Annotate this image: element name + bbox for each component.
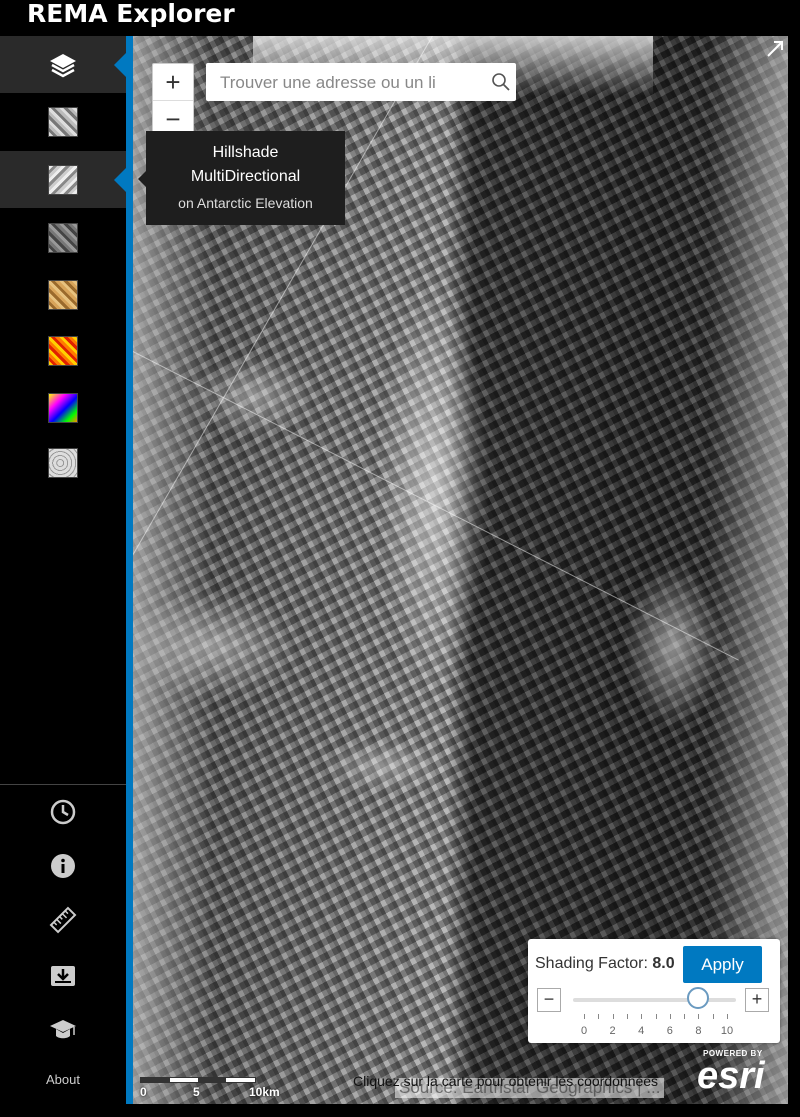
slider-tick-label: 10 bbox=[720, 1025, 734, 1037]
layer-contour[interactable] bbox=[0, 434, 126, 491]
scale-segment bbox=[198, 1077, 226, 1083]
layer-hillshade-gray[interactable] bbox=[0, 93, 126, 150]
shading-slider-track[interactable] bbox=[573, 998, 736, 1002]
app-root: REMA Explorer About + − Trouver une adre… bbox=[0, 0, 800, 1117]
search-button[interactable] bbox=[490, 71, 512, 93]
app-title: REMA Explorer bbox=[27, 0, 235, 28]
about-link[interactable]: About bbox=[0, 1072, 126, 1087]
slider-tick bbox=[712, 1014, 714, 1019]
shading-factor-text: Shading Factor: bbox=[535, 955, 653, 972]
slider-tick-label: 0 bbox=[580, 1025, 588, 1037]
clock-icon bbox=[50, 799, 76, 825]
sidebar: About bbox=[0, 36, 126, 1117]
shading-factor-value: 8.0 bbox=[652, 955, 675, 972]
slope-thumbnail bbox=[48, 335, 78, 366]
hillshade-dark-thumbnail bbox=[48, 222, 78, 253]
panel-separator bbox=[126, 36, 133, 1104]
zoom-control: + − bbox=[152, 63, 194, 138]
scale-bar: 0 5 10km bbox=[140, 1075, 280, 1100]
aspect-thumbnail bbox=[48, 392, 78, 423]
scale-label-10km: 10km bbox=[249, 1085, 280, 1099]
contour-thumbnail bbox=[48, 447, 78, 478]
tooltip-subtitle: on Antarctic Elevation bbox=[178, 195, 313, 211]
measure-button[interactable] bbox=[0, 900, 126, 940]
hillshade-gray-thumbnail bbox=[48, 106, 78, 137]
shading-panel: Shading Factor: 8.0 Apply − + 0 2 4 6 8 10 bbox=[528, 939, 780, 1043]
esri-logo[interactable]: POWERED BY esri bbox=[697, 1049, 781, 1099]
graduation-cap-icon bbox=[50, 1020, 76, 1039]
layer-tinted-hillshade[interactable] bbox=[0, 266, 126, 323]
slider-tick bbox=[684, 1014, 686, 1019]
info-icon bbox=[51, 854, 75, 878]
expand-button[interactable] bbox=[764, 38, 786, 60]
decrease-button[interactable]: − bbox=[537, 988, 561, 1012]
export-button[interactable] bbox=[0, 956, 126, 996]
info-button[interactable] bbox=[0, 846, 126, 886]
slider-tick bbox=[584, 1014, 585, 1019]
education-button[interactable] bbox=[0, 1010, 126, 1050]
scale-label-5: 5 bbox=[193, 1085, 200, 1099]
coordinates-hint: Cliquez sur la carte pour obtenir les co… bbox=[353, 1073, 659, 1089]
download-icon bbox=[51, 966, 75, 986]
shading-factor-label: Shading Factor: 8.0 bbox=[535, 955, 675, 973]
time-button[interactable] bbox=[0, 792, 126, 832]
zoom-in-button[interactable]: + bbox=[153, 64, 193, 100]
layer-tooltip: Hillshade MultiDirectional on Antarctic … bbox=[138, 131, 345, 225]
ruler-icon bbox=[49, 906, 77, 934]
apply-button[interactable]: Apply bbox=[683, 946, 762, 983]
slider-tick-label: 8 bbox=[695, 1025, 702, 1037]
search-icon bbox=[492, 73, 510, 91]
scale-label-0: 0 bbox=[140, 1085, 147, 1099]
esri-wordmark: esri bbox=[697, 1055, 765, 1097]
slider-tick bbox=[626, 1014, 628, 1019]
search-input[interactable] bbox=[218, 69, 484, 97]
layers-icon bbox=[50, 53, 76, 77]
slider-tick bbox=[727, 1014, 728, 1019]
search-box bbox=[206, 63, 516, 101]
slider-tick-label: 6 bbox=[666, 1025, 673, 1037]
slider-tick bbox=[655, 1014, 657, 1019]
slider-tick bbox=[669, 1014, 671, 1019]
header: REMA Explorer bbox=[0, 0, 800, 36]
layer-hillshade-dark[interactable] bbox=[0, 209, 126, 266]
slider-tick bbox=[641, 1014, 643, 1019]
sidebar-divider bbox=[0, 784, 126, 785]
slider-tick-label: 4 bbox=[638, 1025, 645, 1037]
layer-hillshade-multidirectional[interactable] bbox=[0, 151, 126, 208]
scale-segment bbox=[140, 1077, 170, 1083]
slider-tick bbox=[698, 1014, 700, 1019]
tinted-hillshade-thumbnail bbox=[48, 279, 78, 310]
slider-tick bbox=[612, 1014, 614, 1019]
slider-tick-label: 2 bbox=[609, 1025, 616, 1037]
layer-aspect[interactable] bbox=[0, 379, 126, 436]
increase-button[interactable]: + bbox=[745, 988, 769, 1012]
slider-tick bbox=[598, 1014, 600, 1019]
shading-slider-thumb[interactable] bbox=[687, 987, 710, 1009]
layer-slope[interactable] bbox=[0, 322, 126, 379]
expand-icon bbox=[767, 41, 783, 57]
tooltip-title: Hillshade MultiDirectional bbox=[190, 144, 301, 185]
layers-button[interactable] bbox=[0, 36, 126, 93]
hillshade-multidirectional-thumbnail bbox=[48, 164, 78, 195]
